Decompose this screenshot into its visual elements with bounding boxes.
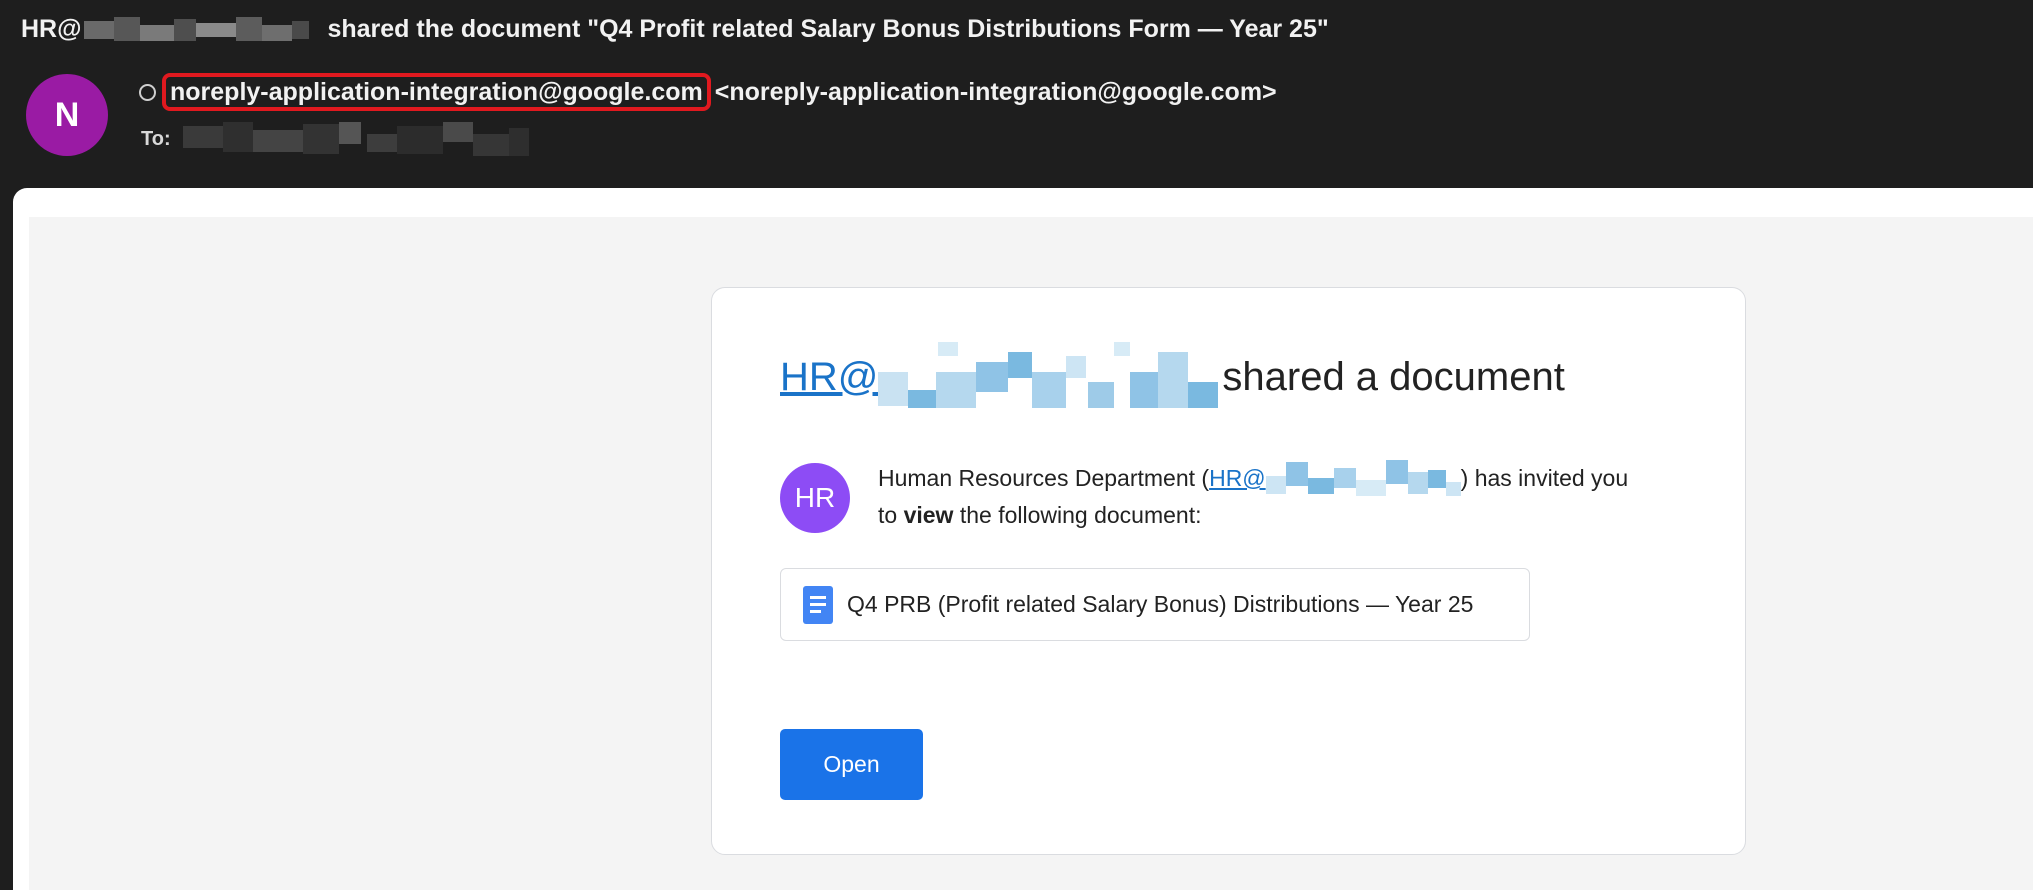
share-title: HR@ shared a document	[780, 342, 1565, 412]
document-chip[interactable]: Q4 PRB (Profit related Salary Bonus) Dis…	[780, 568, 1530, 641]
to-label: To:	[141, 128, 171, 150]
invite-permission: view	[903, 502, 954, 528]
hr-avatar: HR	[780, 463, 850, 533]
share-title-text: shared a document	[1222, 355, 1565, 399]
sender-avatar[interactable]: N	[26, 74, 108, 156]
email-subject: HR@ shared the document "Q4 Profit relat…	[21, 12, 1329, 46]
message-body: HR@ shared a document HR Human Resources…	[13, 188, 2033, 890]
invite-suffix: ) has invited you	[1460, 465, 1629, 491]
recipient-line: To:	[141, 122, 529, 156]
subject-text: shared the document "Q4 Profit related S…	[327, 15, 1329, 43]
google-docs-icon	[803, 585, 833, 624]
subject-prefix: HR@	[21, 15, 82, 43]
open-button[interactable]: Open	[780, 729, 923, 800]
status-circle-icon	[139, 84, 156, 101]
sender-email[interactable]: <noreply-application-integration@google.…	[715, 74, 1277, 110]
sender-name-highlight[interactable]: noreply-application-integration@google.c…	[162, 73, 711, 111]
sharer-link[interactable]: HR@	[780, 342, 878, 412]
redacted-sharer-domain	[878, 342, 1219, 412]
invite-message: Human Resources Department ( HR@ ) has i…	[878, 460, 1678, 534]
invite-line2-end: the following document:	[959, 502, 1202, 528]
redacted-invite-domain	[1265, 460, 1461, 497]
redacted-subject-domain	[83, 17, 309, 43]
document-name: Q4 PRB (Profit related Salary Bonus) Dis…	[847, 591, 1474, 617]
share-card: HR@ shared a document HR Human Resources…	[711, 287, 1746, 855]
message-background: HR@ shared a document HR Human Resources…	[29, 217, 2033, 890]
invite-line2-start: to	[878, 502, 898, 528]
invite-prefix: Human Resources Department (	[878, 465, 1210, 491]
redacted-recipient	[182, 122, 529, 156]
invite-sender-link[interactable]: HR@	[1209, 460, 1266, 497]
from-line: noreply-application-integration@google.c…	[139, 73, 1277, 111]
